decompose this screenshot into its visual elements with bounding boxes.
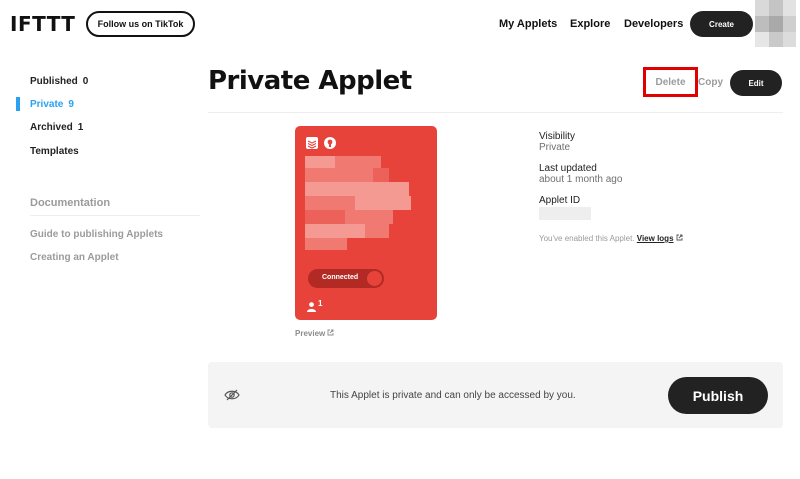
external-link-icon xyxy=(676,234,683,243)
applet-id-value-redacted xyxy=(539,207,591,220)
nav-explore[interactable]: Explore xyxy=(570,18,610,30)
visibility-value: Private xyxy=(539,142,571,153)
sidebar-item-count: 0 xyxy=(82,76,89,87)
preview-label: Preview xyxy=(295,329,326,338)
sidebar-item-label: Private xyxy=(30,99,64,110)
last-updated-value: about 1 month ago xyxy=(539,174,623,185)
sidebar-item-private[interactable]: Private 9 xyxy=(30,99,74,110)
sidebar-item-label: Archived xyxy=(30,122,73,133)
sidebar-item-published[interactable]: Published 0 xyxy=(30,76,88,87)
sidebar-item-label: Templates xyxy=(30,146,79,157)
publish-button[interactable]: Publish xyxy=(668,377,768,414)
sidebar-item-archived[interactable]: Archived 1 xyxy=(30,122,83,133)
top-header: IFTTT Follow us on TikTok My Applets Exp… xyxy=(0,0,800,48)
connected-toggle[interactable]: Connected xyxy=(308,269,384,288)
nav-my-applets[interactable]: My Applets xyxy=(499,18,557,30)
github-icon xyxy=(324,137,336,149)
nav-developers[interactable]: Developers xyxy=(624,18,683,30)
todoist-icon xyxy=(306,137,318,149)
visibility-label: Visibility xyxy=(539,131,575,142)
sidebar-item-count: 1 xyxy=(77,122,84,133)
external-link-icon xyxy=(327,329,334,338)
sidebar-item-count: 9 xyxy=(68,99,74,110)
last-updated-label: Last updated xyxy=(539,163,597,174)
follow-tiktok-button[interactable]: Follow us on TikTok xyxy=(86,11,195,37)
users-count: 1 xyxy=(318,299,323,308)
active-indicator xyxy=(16,97,20,111)
delete-button[interactable]: Delete xyxy=(655,77,685,88)
applet-id-label: Applet ID xyxy=(539,195,581,206)
avatar[interactable] xyxy=(755,0,796,47)
enabled-note: You've enabled this Applet. View logs xyxy=(539,234,683,243)
divider xyxy=(208,112,783,113)
enabled-text: You've enabled this Applet. xyxy=(539,234,635,243)
sidebar-item-templates[interactable]: Templates xyxy=(30,146,79,157)
toggle-label: Connected xyxy=(322,274,359,281)
preview-link[interactable]: Preview xyxy=(295,329,334,338)
edit-button[interactable]: Edit xyxy=(730,70,782,96)
page-title: Private Applet xyxy=(208,66,412,96)
create-button[interactable]: Create xyxy=(690,11,753,37)
creating-applet-link[interactable]: Creating an Applet xyxy=(30,252,119,263)
eye-off-icon xyxy=(224,388,240,402)
documentation-heading: Documentation xyxy=(30,197,111,209)
guide-publishing-link[interactable]: Guide to publishing Applets xyxy=(30,229,163,240)
applet-card[interactable]: Connected 1 xyxy=(295,126,437,320)
copy-button[interactable]: Copy xyxy=(698,77,723,88)
user-icon xyxy=(307,299,316,312)
ifttt-logo[interactable]: IFTTT xyxy=(10,12,75,36)
view-logs-link[interactable]: View logs xyxy=(637,234,674,243)
delete-highlight: Delete xyxy=(643,67,698,97)
toggle-knob xyxy=(367,271,382,286)
publish-bar: This Applet is private and can only be a… xyxy=(208,362,783,428)
divider xyxy=(30,215,200,216)
sidebar-item-label: Published xyxy=(30,76,78,87)
private-message: This Applet is private and can only be a… xyxy=(330,390,576,401)
